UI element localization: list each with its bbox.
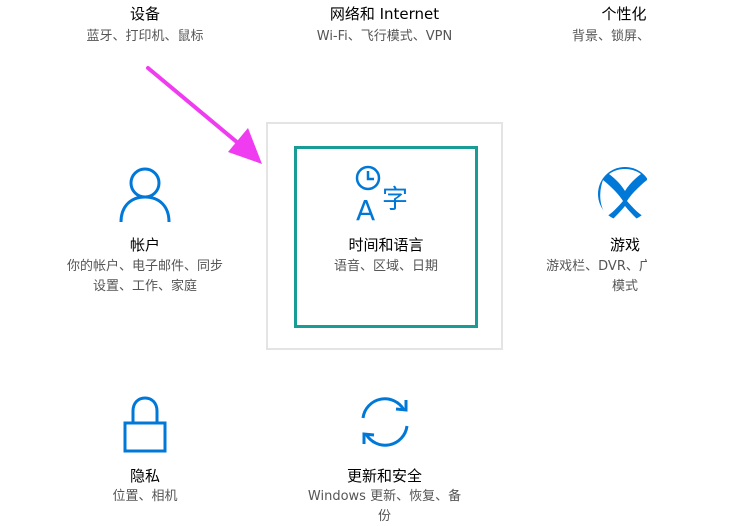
annotation-arrow <box>146 66 262 164</box>
settings-grid: 设备 蓝牙、打印机、鼠标 网络和 Internet Wi-Fi、飞行模式、VPN… <box>0 0 647 526</box>
